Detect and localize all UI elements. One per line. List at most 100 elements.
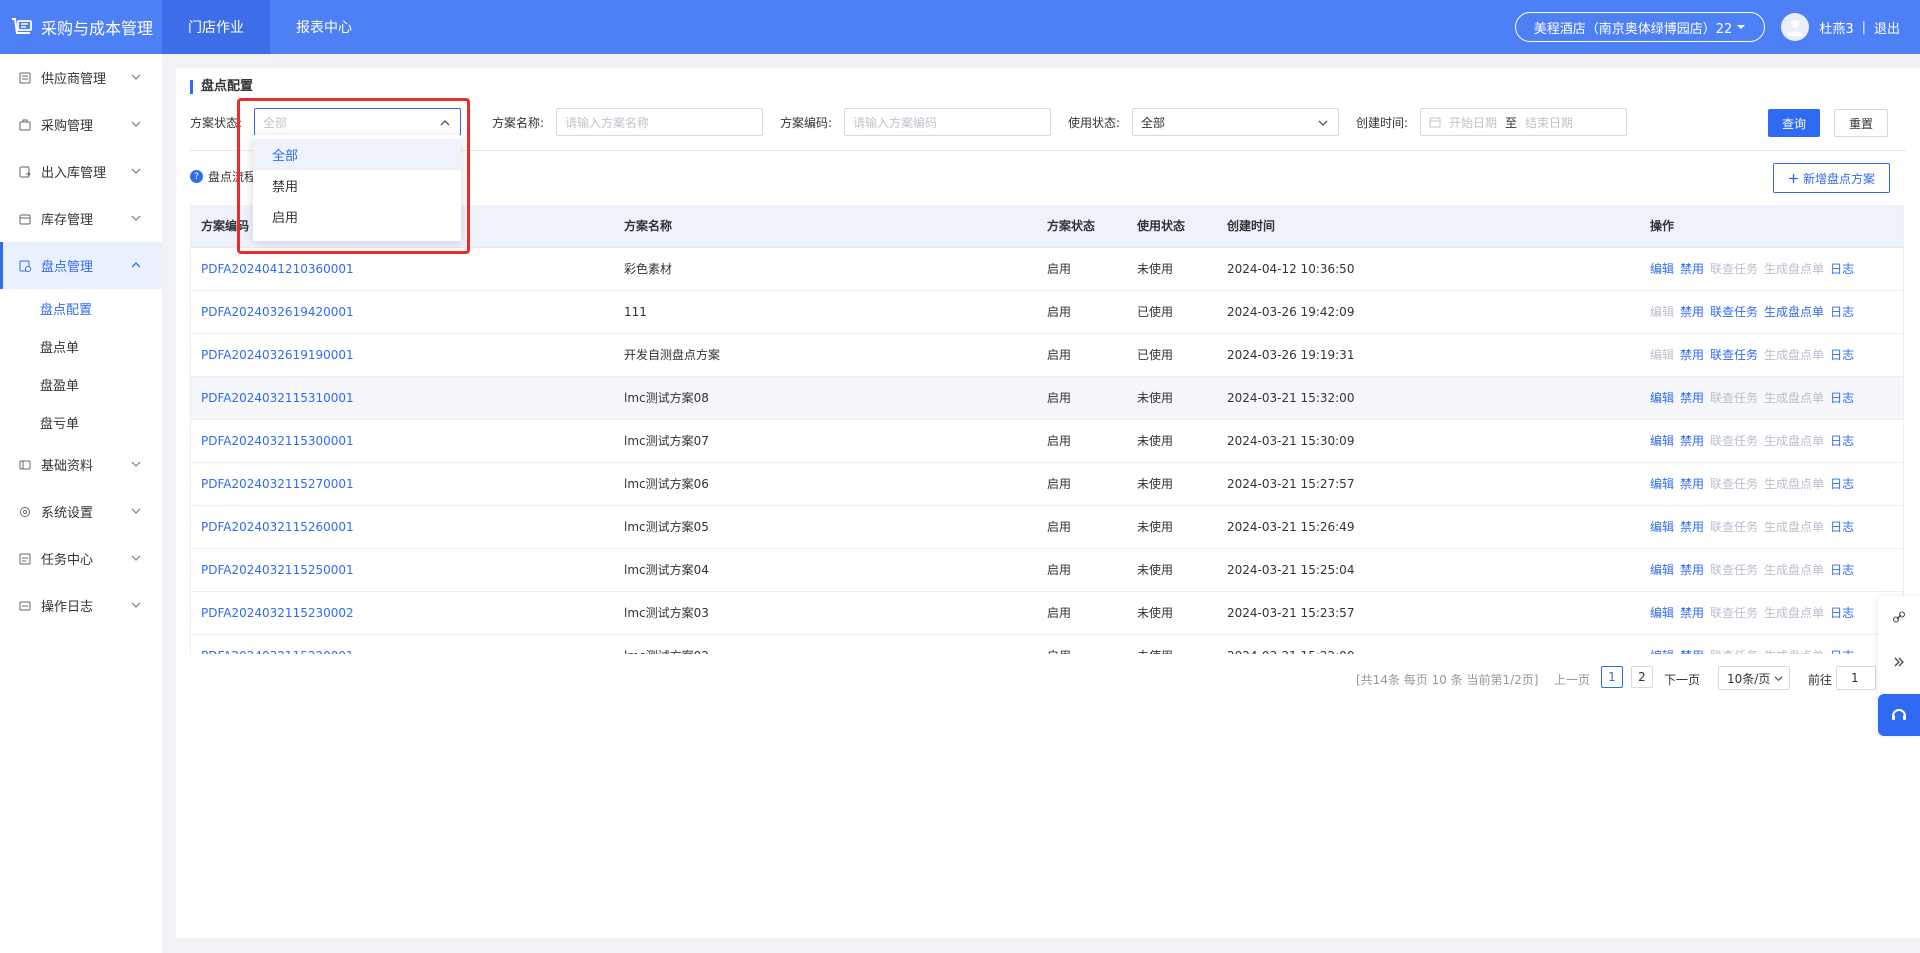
- prev-page-button[interactable]: 上一页: [1554, 671, 1590, 688]
- op-generate-order-link: 生成盘点单: [1764, 391, 1825, 405]
- op-edit-link[interactable]: 编辑: [1650, 434, 1674, 448]
- cell-created-time: 2024-03-21 15:22:00: [1217, 634, 1640, 654]
- page-button-1[interactable]: 1: [1601, 666, 1623, 688]
- cell-plan-code-text[interactable]: PDFA2024041210360001: [201, 262, 354, 276]
- cell-plan-code-text[interactable]: PDFA2024032115220001: [201, 649, 354, 655]
- cell-plan-status-text: 启用: [1047, 391, 1072, 405]
- op-disable-link[interactable]: 禁用: [1680, 262, 1704, 276]
- op-edit-link[interactable]: 编辑: [1650, 391, 1674, 405]
- sidebar-sub-stocktake-config[interactable]: 盘点配置: [0, 289, 162, 327]
- dropdown-option-disabled[interactable]: 禁用: [253, 170, 461, 201]
- op-log-link[interactable]: 日志: [1830, 262, 1854, 276]
- op-log-link[interactable]: 日志: [1830, 606, 1854, 620]
- op-log-link[interactable]: 日志: [1830, 520, 1854, 534]
- op-generate-order-link[interactable]: 生成盘点单: [1764, 305, 1824, 319]
- logout-link[interactable]: 退出: [1874, 18, 1900, 37]
- collapse-tool-button[interactable]: [1878, 641, 1920, 683]
- sidebar-sub-stocktake-order[interactable]: 盘点单: [0, 327, 162, 365]
- user-name[interactable]: 杜燕3: [1819, 18, 1853, 37]
- op-log-link[interactable]: 日志: [1830, 391, 1854, 405]
- op-log-link[interactable]: 日志: [1830, 305, 1854, 319]
- page-size-value: 10条/页: [1727, 671, 1771, 686]
- op-disable-link[interactable]: 禁用: [1680, 391, 1704, 405]
- cell-use-status: 未使用: [1127, 419, 1217, 463]
- op-disable-link[interactable]: 禁用: [1680, 305, 1704, 319]
- op-log-link[interactable]: 日志: [1830, 348, 1854, 362]
- op-disable-link[interactable]: 禁用: [1680, 348, 1704, 362]
- op-log-link[interactable]: 日志: [1830, 649, 1854, 654]
- table-row: PDFA2024032115250001 lmc测试方案04 启用 未使用 2024-0…: [191, 548, 1903, 592]
- op-disable-link[interactable]: 禁用: [1680, 606, 1704, 620]
- cell-plan-code-text[interactable]: PDFA2024032115310001: [201, 391, 354, 405]
- op-edit-link[interactable]: 编辑: [1650, 262, 1674, 276]
- headset-icon: [1892, 709, 1906, 720]
- code-filter-input[interactable]: 请输入方案编码: [844, 108, 1051, 136]
- op-edit-link[interactable]: 编辑: [1650, 563, 1674, 577]
- sidebar-item-settings[interactable]: 系统设置: [0, 488, 162, 535]
- top-nav-report-center[interactable]: 报表中心: [270, 0, 378, 54]
- sidebar-item-inventory[interactable]: 库存管理: [0, 195, 162, 242]
- page-size-select[interactable]: 10条/页: [1718, 666, 1790, 690]
- name-filter-input[interactable]: 请输入方案名称: [556, 108, 763, 136]
- cell-plan-code-text[interactable]: PDFA2024032115250001: [201, 563, 354, 577]
- goto-page-input[interactable]: 1: [1836, 666, 1876, 690]
- avatar[interactable]: [1781, 13, 1810, 41]
- sidebar-item-supplier[interactable]: 供应商管理: [0, 54, 162, 101]
- op-log-link[interactable]: 日志: [1830, 477, 1854, 491]
- op-edit-link[interactable]: 编辑: [1650, 649, 1674, 654]
- cell-plan-code-text[interactable]: PDFA2024032619420001: [201, 305, 354, 319]
- cell-plan-code-text[interactable]: PDFA2024032619190001: [201, 348, 354, 362]
- stocktake-flow-help[interactable]: ? 盘点流程: [190, 168, 256, 185]
- op-log-link[interactable]: 日志: [1830, 434, 1854, 448]
- use-filter-select[interactable]: 全部: [1132, 108, 1339, 136]
- op-linked-tasks-link[interactable]: 联查任务: [1710, 305, 1758, 319]
- op-generate-order-link: 生成盘点单: [1764, 348, 1825, 362]
- next-page-button[interactable]: 下一页: [1664, 671, 1700, 688]
- op-disable-link[interactable]: 禁用: [1680, 477, 1704, 491]
- sidebar-sub-surplus-order[interactable]: 盘盈单: [0, 365, 162, 403]
- op-disable-link[interactable]: 禁用: [1680, 434, 1704, 448]
- reset-button[interactable]: 重置: [1834, 109, 1888, 137]
- op-disable-link[interactable]: 禁用: [1680, 563, 1704, 577]
- sidebar-item-stocktake[interactable]: 盘点管理: [0, 242, 162, 289]
- cell-plan-name: lmc测试方案05: [614, 505, 1037, 549]
- status-filter-label: 方案状态:: [190, 116, 243, 130]
- cell-plan-code-text[interactable]: PDFA2024032115230002: [201, 606, 354, 620]
- page-button-2[interactable]: 2: [1631, 666, 1653, 688]
- link-tool-button[interactable]: [1878, 596, 1920, 638]
- sidebar-item-purchase[interactable]: 采购管理: [0, 101, 162, 148]
- add-plan-button[interactable]: 新增盘点方案: [1772, 163, 1890, 193]
- op-disable-link[interactable]: 禁用: [1680, 520, 1704, 534]
- created-date-range[interactable]: 开始日期 至 结束日期: [1420, 108, 1627, 136]
- query-button[interactable]: 查询: [1768, 109, 1820, 137]
- sidebar-item-task-center[interactable]: 任务中心: [0, 535, 162, 582]
- op-edit-link[interactable]: 编辑: [1650, 477, 1674, 491]
- cell-operations: 编辑禁用联查任务生成盘点单日志: [1640, 247, 1903, 291]
- top-right-area: 美程酒店（南京奥体绿博园店）22 杜燕3 | 退出: [1514, 0, 1920, 54]
- status-filter-select[interactable]: 全部: [254, 108, 461, 136]
- sidebar-item-basic-data[interactable]: 基础资料: [0, 441, 162, 488]
- sidebar-item-operation-log[interactable]: 操作日志: [0, 582, 162, 629]
- sidebar-item-warehouse[interactable]: 出入库管理: [0, 148, 162, 195]
- sidebar-sub-loss-order[interactable]: 盘亏单: [0, 403, 162, 441]
- op-log-link[interactable]: 日志: [1830, 563, 1854, 577]
- dropdown-option-all[interactable]: 全部: [253, 139, 461, 170]
- cell-plan-name: lmc测试方案07: [614, 419, 1037, 463]
- op-linked-tasks-link[interactable]: 联查任务: [1710, 348, 1758, 362]
- chevron-down-icon: [131, 555, 141, 561]
- op-edit-link[interactable]: 编辑: [1650, 520, 1674, 534]
- op-disable-link[interactable]: 禁用: [1680, 649, 1704, 654]
- customer-service-button[interactable]: [1878, 694, 1920, 736]
- dropdown-option-enabled[interactable]: 启用: [253, 201, 461, 232]
- cell-plan-code-text[interactable]: PDFA2024032115260001: [201, 520, 354, 534]
- cell-plan-code: PDFA2024032619190001: [191, 333, 614, 377]
- cell-operations: 编辑禁用联查任务生成盘点单日志: [1640, 333, 1903, 377]
- brand[interactable]: 采购与成本管理: [0, 0, 162, 54]
- cell-plan-code-text[interactable]: PDFA2024032115300001: [201, 434, 354, 448]
- basic-data-icon: [19, 460, 31, 469]
- store-selector[interactable]: 美程酒店（南京奥体绿博园店）22: [1514, 12, 1766, 42]
- op-edit-link[interactable]: 编辑: [1650, 606, 1674, 620]
- end-date-placeholder: 结束日期: [1525, 115, 1574, 130]
- cell-plan-code-text[interactable]: PDFA2024032115270001: [201, 477, 354, 491]
- top-nav-store-ops[interactable]: 门店作业: [162, 0, 270, 54]
